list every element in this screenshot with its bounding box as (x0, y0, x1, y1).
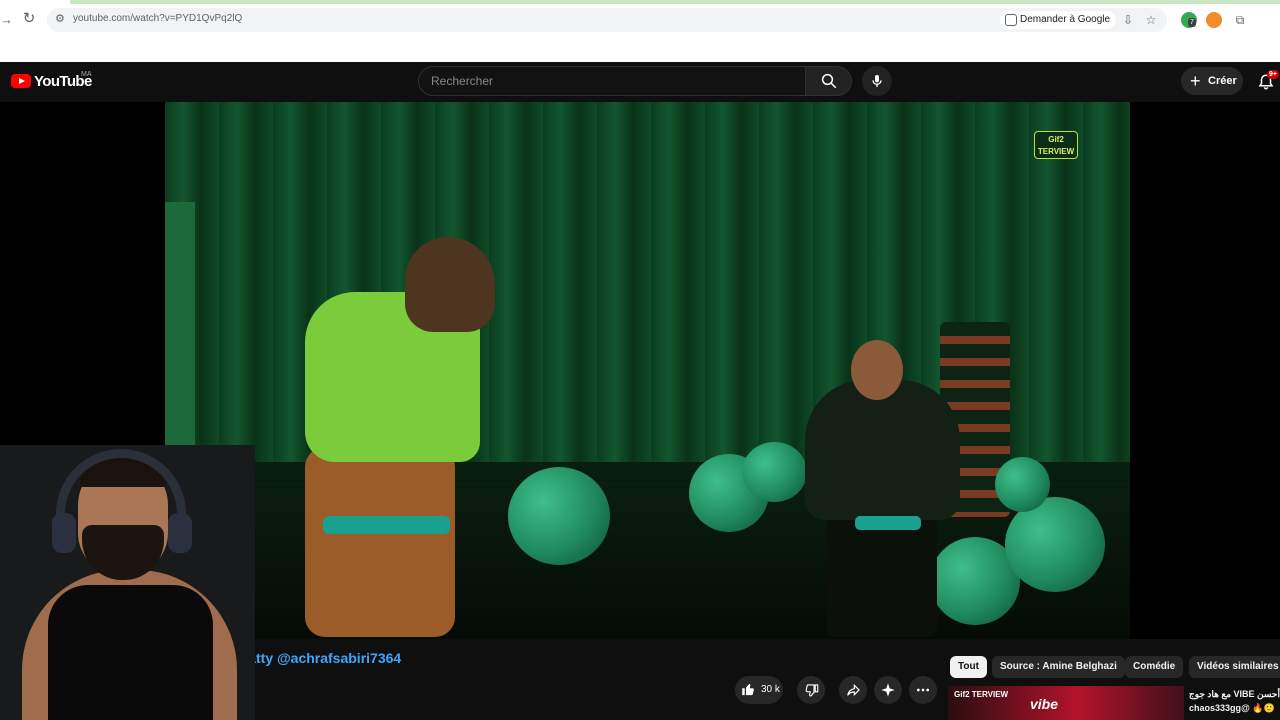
voice-search-button[interactable] (862, 66, 892, 96)
thumbnail-caption: vibe (1030, 696, 1059, 712)
chip-all[interactable]: Tout (950, 656, 987, 678)
notifications-badge: 9+ (1267, 70, 1279, 79)
like-button[interactable]: 30 k (735, 676, 783, 704)
microphone-icon (872, 75, 882, 87)
bookmark-star-icon[interactable]: ☆ (1143, 12, 1159, 28)
like-count: 30 k (761, 684, 780, 695)
share-icon (847, 683, 860, 697)
dislike-button[interactable] (797, 676, 825, 704)
extension-orange-icon[interactable] (1206, 12, 1222, 28)
ask-google-label: Demander à Google (1020, 14, 1111, 25)
browser-toolbar: → ↻ ⚙ youtube.com/watch?v=PYD1QvPq2lQ De… (0, 0, 1280, 62)
streamer-webcam-overlay (0, 445, 255, 720)
search-box[interactable] (418, 66, 806, 96)
extension-badge: 7 (1188, 18, 1196, 27)
tab-strip-accent (70, 0, 1280, 4)
exercise-ball (995, 457, 1050, 512)
ask-google-button[interactable]: Demander à Google (1000, 11, 1117, 29)
youtube-logo-icon[interactable] (11, 74, 31, 88)
resistance-band (855, 516, 921, 530)
thumbnail-channel-logo: Gif2 TERVIEW (954, 690, 1009, 699)
chip-related[interactable]: Vidéos similaires (1189, 656, 1280, 678)
search-input[interactable] (431, 74, 791, 88)
create-button[interactable]: + Créer (1181, 67, 1243, 95)
more-actions-button[interactable] (909, 676, 937, 704)
person-left-head (405, 237, 495, 332)
recommended-video-title-line2[interactable]: chaos333gg@ 🔥🙂 (1189, 701, 1280, 715)
search-icon (821, 73, 837, 89)
reload-icon[interactable]: ↻ (20, 10, 38, 28)
address-bar[interactable]: ⚙ youtube.com/watch?v=PYD1QvPq2lQ Demand… (47, 8, 1167, 32)
youtube-header: YouTube MA + Créer 9+ (0, 62, 1280, 102)
channel-watermark[interactable]: Gif2 TERVIEW (1034, 131, 1078, 159)
resistance-band (323, 516, 450, 534)
forward-arrow-icon[interactable]: → (0, 12, 13, 28)
recommended-video-thumbnail[interactable]: Gif2 TERVIEW vibe (948, 686, 1184, 720)
sparkle-icon (881, 683, 895, 697)
thumbs-up-icon (742, 684, 754, 696)
webcam-person-tank-top (48, 585, 213, 720)
exercise-ball (508, 467, 610, 565)
more-horizontal-icon (917, 688, 929, 692)
country-code: MA (81, 71, 92, 78)
search-button[interactable] (806, 66, 852, 96)
extensions-puzzle-icon[interactable]: ⧉ (1232, 12, 1248, 28)
plus-icon: + (1190, 71, 1201, 91)
share-button[interactable] (839, 676, 867, 704)
person-right-head (851, 340, 903, 400)
video-frame[interactable]: Gif2 TERVIEW (165, 102, 1130, 639)
install-app-icon[interactable]: ⇩ (1120, 12, 1136, 28)
site-info-icon[interactable]: ⚙ (55, 12, 69, 26)
headset-earcup (168, 513, 192, 553)
person-left-pants (305, 447, 455, 637)
extension-green-icon[interactable]: 7 (1181, 12, 1197, 28)
curtain-side-panel (165, 202, 195, 462)
chip-comedy[interactable]: Comédie (1125, 656, 1184, 678)
recommended-video-title[interactable]: أحسن VIBE مع هاد جوج : (1189, 687, 1280, 701)
url-text[interactable]: youtube.com/watch?v=PYD1QvPq2lQ (73, 13, 242, 24)
person-right-shirt (805, 380, 960, 520)
headset-earcup (52, 513, 76, 553)
exercise-ball (742, 442, 807, 502)
video-title-mention[interactable]: lPatty @achrafsabiri7364 (235, 650, 401, 666)
ask-ai-button[interactable] (874, 676, 902, 704)
chip-source[interactable]: Source : Amine Belghazi (992, 656, 1125, 678)
thumbs-down-icon (805, 684, 819, 697)
google-lens-icon (1005, 14, 1017, 26)
create-label: Créer (1208, 75, 1237, 87)
